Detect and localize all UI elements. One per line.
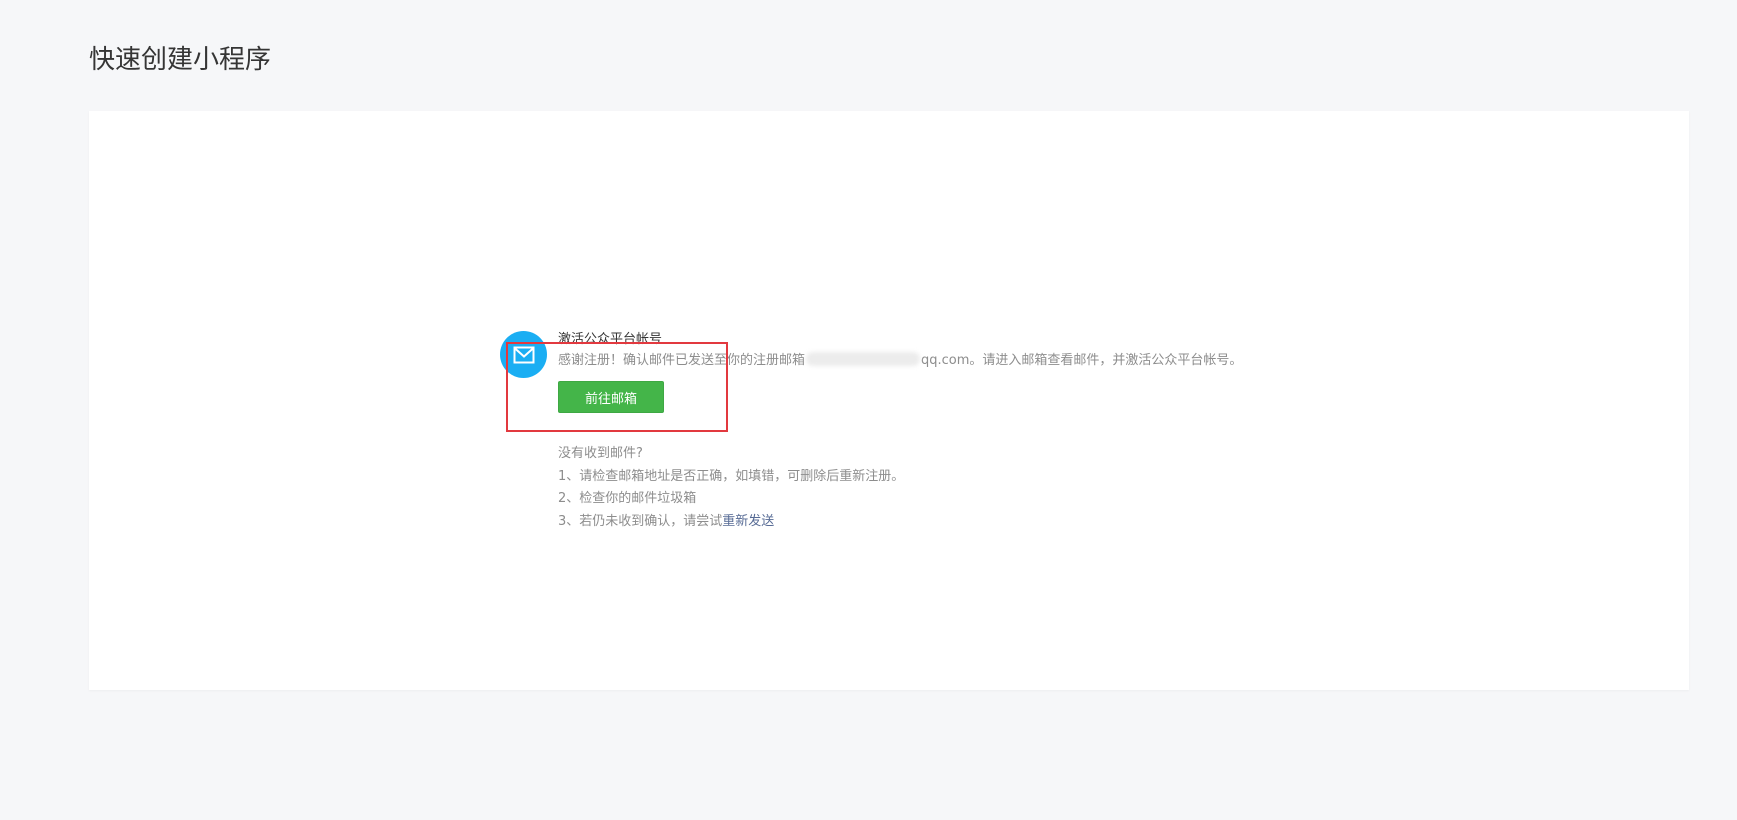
help-section: 没有收到邮件? 1、请检查邮箱地址是否正确，如填错，可删除后重新注册。 2、检查… <box>558 443 904 533</box>
activation-desc-suffix: qq.com。请进入邮箱查看邮件，并激活公众平台帐号。 <box>921 353 1243 368</box>
activation-card: 激活公众平台帐号 感谢注册！确认邮件已发送至你的注册邮箱 qq.com。请进入邮箱… <box>89 111 1689 690</box>
activation-title: 激活公众平台帐号 <box>558 332 663 347</box>
help-step-3: 3、若仍未收到确认，请尝试重新发送 <box>558 511 904 534</box>
help-step-2: 2、检查你的邮件垃圾箱 <box>558 491 697 506</box>
resend-link[interactable]: 重新发送 <box>722 514 774 529</box>
page-title: 快速创建小程序 <box>89 45 272 75</box>
activation-content: 激活公众平台帐号 感谢注册！确认邮件已发送至你的注册邮箱 qq.com。请进入邮箱… <box>558 330 1242 413</box>
email-redacted <box>806 352 921 366</box>
help-heading: 没有收到邮件? <box>558 446 643 461</box>
goto-mailbox-button[interactable]: 前往邮箱 <box>558 381 664 413</box>
help-step-3-text: 3、若仍未收到确认，请尝试 <box>558 513 723 529</box>
activation-desc-prefix: 感谢注册！确认邮件已发送至你的注册邮箱 <box>558 353 806 368</box>
activation-description: 感谢注册！确认邮件已发送至你的注册邮箱 qq.com。请进入邮箱查看邮件，并激活公… <box>558 350 1242 372</box>
mail-icon <box>500 331 547 378</box>
help-step-1: 1、请检查邮箱地址是否正确，如填错，可删除后重新注册。 <box>558 468 905 484</box>
